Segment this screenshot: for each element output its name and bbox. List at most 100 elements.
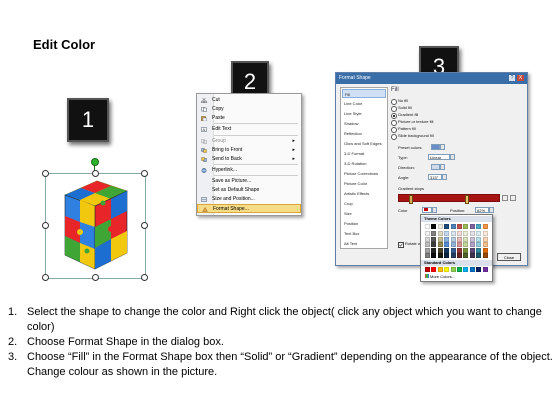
theme-shade-swatch[interactable] xyxy=(457,247,462,253)
theme-color-swatch[interactable] xyxy=(457,224,462,229)
standard-color-swatch[interactable] xyxy=(476,267,482,272)
theme-shade-swatch[interactable] xyxy=(457,236,462,242)
angle-input[interactable]: 315° xyxy=(428,174,442,180)
theme-shade-swatch[interactable] xyxy=(469,253,475,258)
position-spinner[interactable] xyxy=(489,207,494,213)
nav-item-3d-rotation[interactable]: 3-D Rotation xyxy=(342,159,386,168)
theme-shade-swatch[interactable] xyxy=(469,236,475,242)
theme-shade-swatch[interactable] xyxy=(482,253,488,258)
theme-shade-swatch[interactable] xyxy=(431,247,437,253)
close-button[interactable]: Close xyxy=(497,253,521,261)
theme-shade-swatch[interactable] xyxy=(463,242,469,247)
menu-item-format-shape[interactable]: Format Shape... xyxy=(197,204,301,213)
type-dropdown[interactable] xyxy=(450,154,455,160)
preset-colors-button[interactable] xyxy=(431,144,440,150)
standard-color-swatch[interactable] xyxy=(482,267,488,272)
resize-handle-mr[interactable] xyxy=(141,222,148,229)
theme-shade-swatch[interactable] xyxy=(482,242,488,247)
theme-shade-swatch[interactable] xyxy=(437,236,443,242)
theme-shade-swatch[interactable] xyxy=(437,247,443,253)
theme-color-swatch[interactable] xyxy=(425,224,430,229)
type-select[interactable]: Linear xyxy=(428,154,450,160)
nav-item-fill[interactable]: Fill xyxy=(342,89,386,98)
nav-item-line-color[interactable]: Line Color xyxy=(342,99,386,108)
theme-shade-swatch[interactable] xyxy=(463,231,469,236)
theme-shade-swatch[interactable] xyxy=(463,247,469,253)
resize-handle-tl[interactable] xyxy=(42,170,49,177)
theme-shade-swatch[interactable] xyxy=(469,247,475,253)
theme-shade-swatch[interactable] xyxy=(476,242,482,247)
standard-color-swatch[interactable] xyxy=(469,267,475,272)
theme-shade-swatch[interactable] xyxy=(450,253,456,258)
theme-color-swatch[interactable] xyxy=(431,224,437,229)
more-colors-link[interactable]: More Colors... xyxy=(425,274,455,279)
theme-shade-swatch[interactable] xyxy=(450,247,456,253)
menu-item-copy[interactable]: Copy xyxy=(197,105,301,114)
standard-color-swatch[interactable] xyxy=(437,267,443,272)
solid-fill-radio[interactable] xyxy=(391,106,397,112)
resize-handle-tr[interactable] xyxy=(141,170,148,177)
resize-handle-ml[interactable] xyxy=(42,222,49,229)
close-x-button[interactable]: X xyxy=(517,75,524,81)
theme-shade-swatch[interactable] xyxy=(444,253,450,258)
theme-color-swatch[interactable] xyxy=(476,224,482,229)
nav-item-glow[interactable]: Glow and Soft Edges xyxy=(342,139,386,148)
theme-shade-swatch[interactable] xyxy=(437,253,443,258)
theme-shade-swatch[interactable] xyxy=(450,236,456,242)
gradient-fill-radio[interactable] xyxy=(391,113,397,119)
puzzle-cube-shape[interactable] xyxy=(42,158,148,281)
menu-item-hyperlink[interactable]: Hyperlink... xyxy=(197,166,301,175)
nav-item-picture-color[interactable]: Picture Color xyxy=(342,179,386,188)
theme-shade-swatch[interactable] xyxy=(482,247,488,253)
theme-shade-swatch[interactable] xyxy=(425,236,430,242)
theme-shade-swatch[interactable] xyxy=(476,236,482,242)
theme-shade-swatch[interactable] xyxy=(469,231,475,236)
position-input[interactable]: 82% xyxy=(475,207,489,213)
gradient-stop-1[interactable] xyxy=(409,195,413,204)
resize-handle-bl[interactable] xyxy=(42,274,49,281)
theme-color-swatch[interactable] xyxy=(437,224,443,229)
menu-item-group[interactable]: Group ▸ xyxy=(197,137,301,146)
theme-shade-swatch[interactable] xyxy=(425,231,430,236)
angle-spinner[interactable] xyxy=(442,174,447,180)
nav-item-line-style[interactable]: Line Style xyxy=(342,109,386,118)
standard-color-swatch[interactable] xyxy=(450,267,456,272)
menu-item-paste[interactable]: Paste xyxy=(197,114,301,123)
theme-shade-swatch[interactable] xyxy=(463,236,469,242)
no-fill-radio[interactable] xyxy=(391,99,397,105)
theme-shade-swatch[interactable] xyxy=(450,242,456,247)
nav-item-shadow[interactable]: Shadow xyxy=(342,119,386,128)
direction-button[interactable] xyxy=(431,164,440,170)
theme-shade-swatch[interactable] xyxy=(425,242,430,247)
menu-item-send-to-back[interactable]: Send to Back ▸ xyxy=(197,155,301,164)
menu-item-save-as-picture[interactable]: Save as Picture... xyxy=(197,177,301,186)
theme-shade-swatch[interactable] xyxy=(476,247,482,253)
help-button[interactable]: ? xyxy=(509,75,515,81)
theme-shade-swatch[interactable] xyxy=(437,242,443,247)
remove-stop-button[interactable] xyxy=(510,195,516,201)
gradient-stop-2[interactable] xyxy=(465,195,469,204)
nav-item-alt-text[interactable]: Alt Text xyxy=(342,239,386,248)
resize-handle-tc[interactable] xyxy=(92,170,99,177)
theme-shade-swatch[interactable] xyxy=(431,242,437,247)
standard-color-swatch[interactable] xyxy=(431,267,437,272)
standard-color-swatch[interactable] xyxy=(463,267,469,272)
pattern-fill-radio[interactable] xyxy=(391,127,397,133)
theme-shade-swatch[interactable] xyxy=(425,253,430,258)
add-stop-button[interactable] xyxy=(502,195,508,201)
theme-shade-swatch[interactable] xyxy=(476,253,482,258)
preset-colors-dropdown[interactable] xyxy=(440,144,445,150)
nav-item-size[interactable]: Size xyxy=(342,209,386,218)
theme-color-swatch[interactable] xyxy=(469,224,475,229)
theme-shade-swatch[interactable] xyxy=(431,253,437,258)
theme-shade-swatch[interactable] xyxy=(482,231,488,236)
picture-fill-radio[interactable] xyxy=(391,120,397,126)
menu-item-edit-text[interactable]: A Edit Text xyxy=(197,125,301,134)
resize-handle-br[interactable] xyxy=(141,274,148,281)
menu-item-size-position[interactable]: Size and Position... xyxy=(197,195,301,204)
theme-color-swatch[interactable] xyxy=(444,224,450,229)
menu-item-cut[interactable]: Cut xyxy=(197,96,301,105)
standard-color-swatch[interactable] xyxy=(425,267,430,272)
standard-color-swatch[interactable] xyxy=(457,267,462,272)
theme-shade-swatch[interactable] xyxy=(457,253,462,258)
